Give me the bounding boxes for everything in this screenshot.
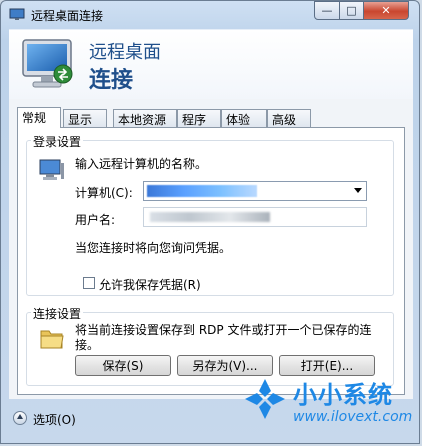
allow-save-credentials-checkbox[interactable] [83,277,95,289]
credentials-note: 当您连接时将向您询问凭据。 [75,241,232,255]
connection-settings-label: 连接设置 [31,305,84,322]
remote-desktop-monitor-icon [22,39,73,88]
dropdown-arrow-icon[interactable] [354,188,362,193]
username-field[interactable] [143,207,367,227]
dialog-content: 常规 显示 本地资源 程序 体验 高级 登录设置 输入远程计算机的名称。 计算机… [9,99,413,399]
logon-settings-label: 登录设置 [31,133,84,150]
tab-advanced[interactable]: 高级 [267,109,311,127]
options-toggle[interactable]: 选项(O) [33,411,76,428]
allow-save-credentials-label[interactable]: 允许我保存凭据(R) [99,276,201,293]
computer-combobox[interactable] [143,181,367,201]
site-watermark: 小小系统 www.ilovext.com [241,371,419,443]
connection-description-line2: 接。 [75,338,100,352]
title-bar[interactable]: 远程桌面连接 — □ ✕ [1,1,419,29]
computer-name-prompt: 输入远程计算机的名称。 [75,157,208,171]
connection-description-line1: 将当前连接设置保存到 RDP 文件或打开一个已保存的连 [75,323,372,337]
close-button[interactable]: ✕ [363,1,409,20]
tab-general[interactable]: 常规 [17,107,61,128]
logon-settings-group: 登录设置 输入远程计算机的名称。 计算机(C): 用户名: 当您连接时将向您询问… [26,133,394,296]
watermark-text: 小小系统 [293,381,393,409]
header-banner: 远程桌面 连接 [9,29,413,100]
maximize-button[interactable]: □ [339,1,364,20]
watermark-url: www.ilovext.com [293,409,413,425]
redacted-username-value [150,212,270,222]
username-label: 用户名: [75,213,116,227]
remote-desktop-app-icon [9,8,25,20]
remote-desktop-window: 远程桌面连接 — □ ✕ 远程桌面 连接 常规 显示 本地资源 程序 体验 高级… [0,0,420,444]
general-tab-panel: 登录设置 输入远程计算机的名称。 计算机(C): 用户名: 当您连接时将向您询问… [17,127,405,395]
banner-title-line2: 连接 [89,68,134,93]
window-title: 远程桌面连接 [31,9,104,23]
computer-label: 计算机(C): [75,186,133,200]
minimize-button[interactable]: — [314,1,340,20]
tab-display[interactable]: 显示 [63,109,107,127]
folder-icon [40,330,64,349]
computer-icon [39,159,64,180]
tab-local-resources[interactable]: 本地资源 [113,109,177,127]
banner-title-line1: 远程桌面 [89,42,161,63]
tab-programs[interactable]: 程序 [177,109,221,127]
watermark-logo-icon [245,379,285,419]
tab-experience[interactable]: 体验 [221,109,267,127]
options-expand-icon[interactable] [13,411,27,425]
redacted-computer-value [147,185,257,197]
save-button[interactable]: 保存(S) [75,355,171,376]
